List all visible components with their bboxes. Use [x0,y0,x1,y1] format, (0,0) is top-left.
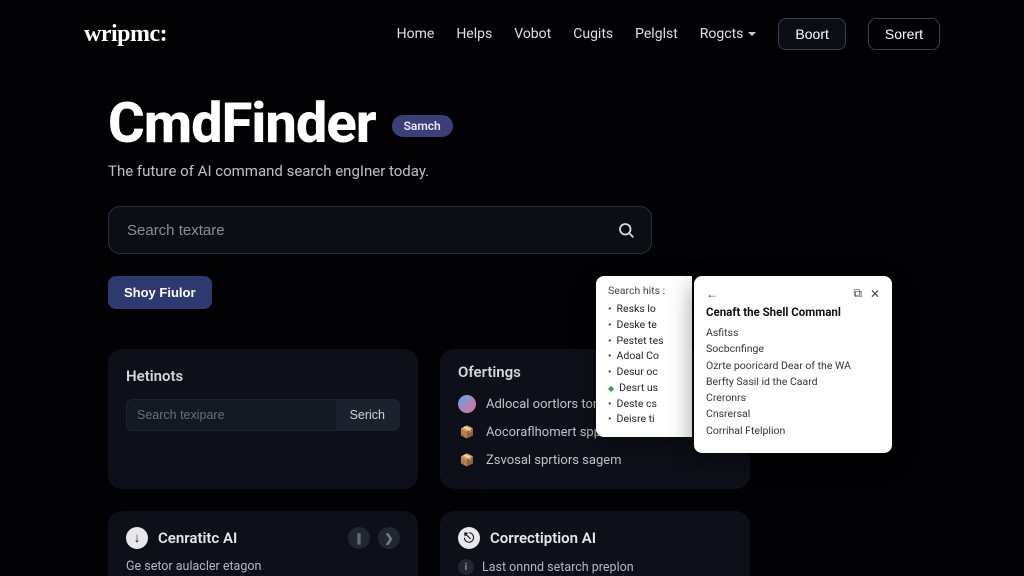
info-icon: i [458,559,474,575]
popup-shell-line: Socbcnfinge [706,341,880,357]
nav: Home Helps Vobot Cugits Pelglst Rogcts B… [397,18,940,50]
card-generative-sub: Ge setor aulacler etagon [126,559,400,574]
popup-shell-toolbar: ← ⧉ ✕ [706,286,880,301]
hint-item[interactable]: Resks lo [608,301,682,317]
ofertings-row-2[interactable]: 📦 Zsvosal sprtiors sagem [458,451,732,469]
popup-shell-line: Cnsrersal [706,406,880,422]
page-title: CmdFinder [108,90,376,156]
popup-hints-header: Search hits : [608,284,682,297]
hint-item[interactable]: Deste cs [608,396,682,412]
popup-shell-line: Asfitss [706,325,880,341]
download-icon: ↓ [126,527,148,549]
popup-shell-line: Berfty Sasil id the Caard [706,374,880,390]
hint-item[interactable]: Pestet tes [608,333,682,349]
show-finder-button[interactable]: Shoy Fiulor [108,276,212,309]
pause-icon[interactable]: ∥ [348,527,370,549]
popup-hints-list: Resks lo Deske te Pestet tes Adoal Co De… [608,301,682,427]
hint-item[interactable]: Deisre ti [608,411,682,427]
card-hetinots-title: Hetinots [126,367,400,385]
title-pill[interactable]: Samch [392,115,453,137]
popup-shell-line: Corrihal Ftelplion [706,423,880,439]
page-subtitle: The future of AI command search engIner … [108,162,1024,180]
nav-rogcts-dropdown[interactable]: Rogcts [700,26,757,42]
header: wripmc: Home Helps Vobot Cugits Pelglst … [0,0,1024,60]
card-hetinots-search[interactable]: Serich [126,399,400,431]
nav-pelglst[interactable]: Pelglst [635,26,678,42]
popup-shell-line: Ozrte pooricard Dear of the WA [706,358,880,374]
card-hetinots-search-button[interactable]: Serich [336,400,399,430]
logo[interactable]: wripmc: [84,21,167,48]
copy-icon[interactable]: ⧉ [853,286,862,301]
nav-secondary-button[interactable]: Sorert [868,18,940,50]
bolt-icon: ⎋ [458,527,480,549]
nav-primary-button[interactable]: Boort [778,18,845,50]
card-correction-title: Correctiption AI [490,529,596,547]
nav-helps[interactable]: Helps [456,26,492,42]
back-icon[interactable]: ← [706,287,718,301]
avatar-icon [458,395,476,413]
hint-item[interactable]: Adoal Co [608,348,682,364]
hint-item-active[interactable]: Desrt us [608,380,682,396]
card-hetinots: Hetinots Serich [108,349,418,489]
hint-item[interactable]: Deske te [608,317,682,333]
skip-icon[interactable]: ❯ [378,527,400,549]
hero: CmdFinder Samch The future of AI command… [0,60,1024,309]
close-icon[interactable]: ✕ [870,287,880,301]
ofertings-row-0-label: Adlocal oortlors toral [486,397,607,412]
nav-cugits[interactable]: Cugits [573,26,613,42]
card-generative-title: Cenratitc AI [158,529,237,547]
card-hetinots-search-input[interactable] [127,400,336,430]
search-icon[interactable] [617,221,635,239]
hint-item[interactable]: Desur oc [608,364,682,380]
popup-shell-title: Cenaft the Shell Commanl [706,305,880,319]
box-icon: 📦 [458,423,476,441]
cards-row-2: ↓ Cenratitc AI ∥ ❯ Ge setor aulacler eta… [108,511,1024,576]
popup-shell-line: Creronrs [706,390,880,406]
nav-vobot[interactable]: Vobot [514,26,551,42]
box-icon: 📦 [458,451,476,469]
popup-shell-command: ← ⧉ ✕ Cenaft the Shell Commanl Asfitss S… [694,276,892,453]
main-search[interactable] [108,206,652,254]
card-correction-sub: Last onnnd setarch preplon [482,560,634,575]
main-search-input[interactable] [127,222,617,239]
ofertings-row-2-label: Zsvosal sprtiors sagem [486,453,622,468]
card-generative-ai: ↓ Cenratitc AI ∥ ❯ Ge setor aulacler eta… [108,511,418,576]
popup-search-hints: Search hits : Resks lo Deske te Pestet t… [596,276,692,437]
nav-home[interactable]: Home [397,26,435,42]
card-correction-ai: ⎋ Correctiption AI i Last onnnd setarch … [440,511,750,576]
